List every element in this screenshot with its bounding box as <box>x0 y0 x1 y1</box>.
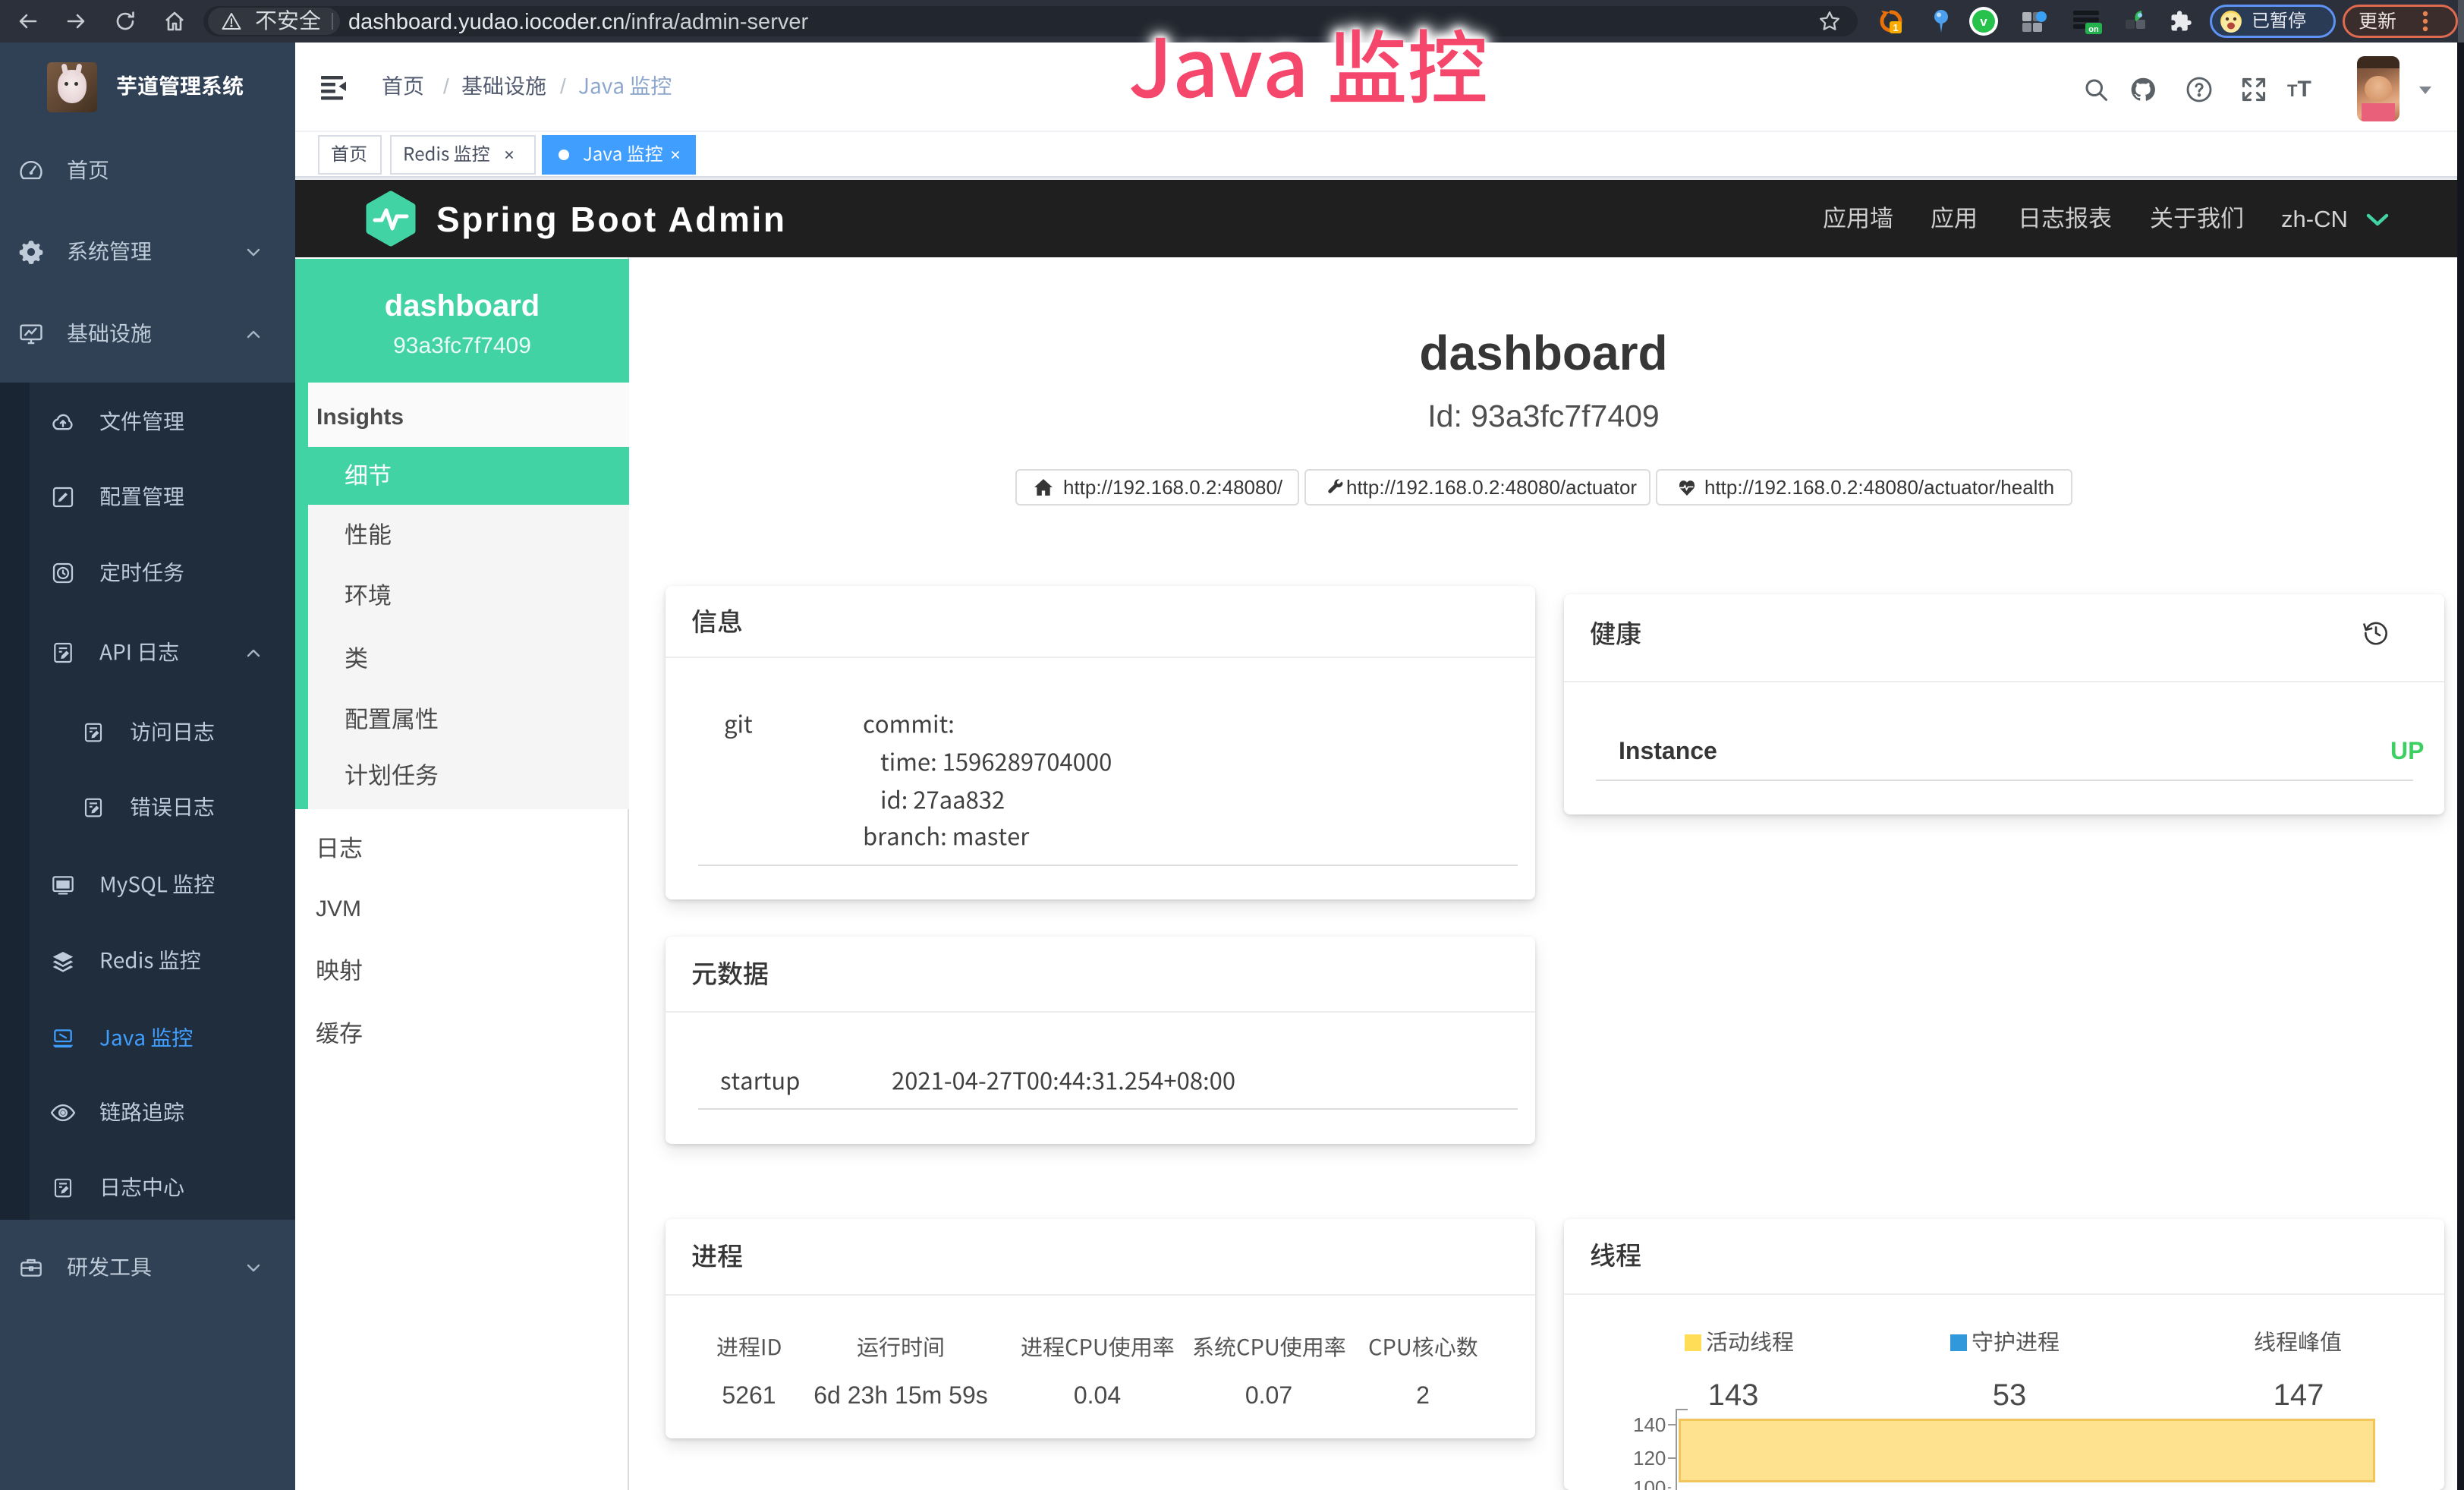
svg-text:on: on <box>2088 25 2099 34</box>
svg-text:v: v <box>1980 14 1987 29</box>
svg-text:1: 1 <box>1893 22 1898 33</box>
